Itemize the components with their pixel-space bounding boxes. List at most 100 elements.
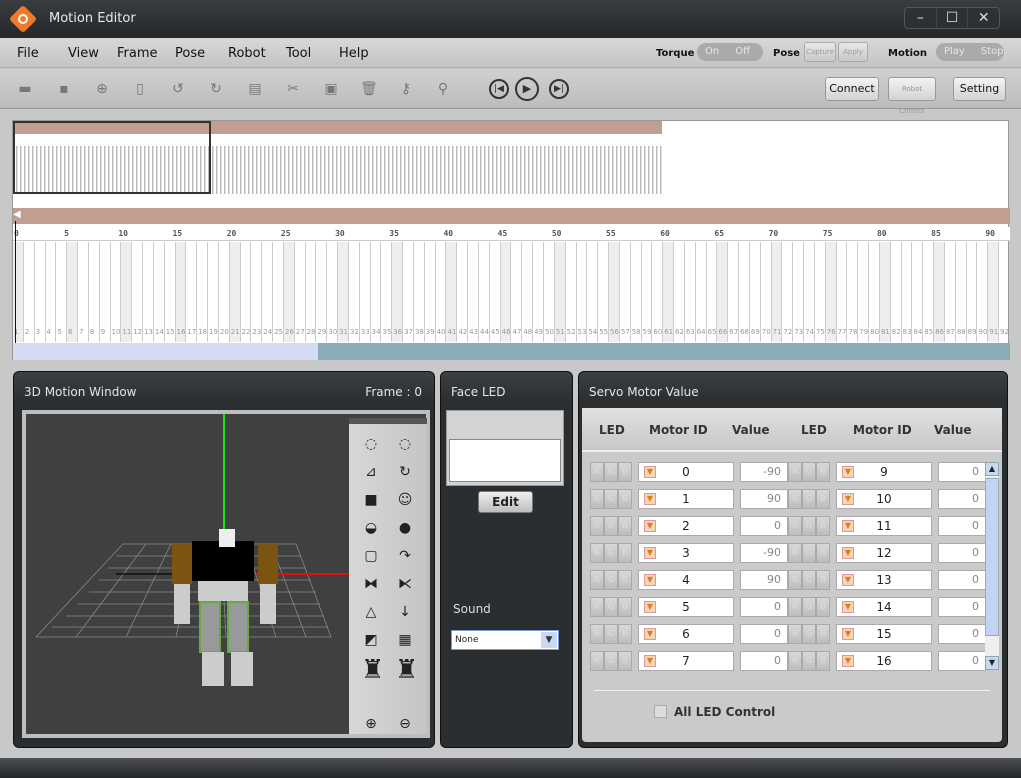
frame-cell[interactable]: 32 (349, 242, 360, 342)
frame-cell[interactable]: 4 (46, 242, 57, 342)
menu-robot[interactable]: Robot (228, 46, 266, 61)
motor-id-field[interactable]: ▼ 11 (836, 516, 932, 536)
chevron-down-icon[interactable]: ▼ (842, 601, 854, 613)
frame-cell[interactable]: 48 (522, 242, 534, 342)
add-icon[interactable]: ⊕ (94, 81, 110, 97)
led-g-button[interactable]: G (802, 597, 816, 617)
motor-value-field[interactable]: 0 (938, 489, 986, 509)
scroll-down-icon[interactable]: ▼ (985, 656, 999, 670)
frame-cell[interactable]: 5 (56, 242, 68, 342)
chevron-down-icon[interactable]: ▼ (842, 547, 854, 559)
motor-value-field[interactable]: 0 (938, 570, 986, 590)
frame-cell[interactable]: 76 (825, 242, 837, 342)
axis-icon[interactable]: △ (361, 602, 381, 622)
chevron-down-icon[interactable]: ▼ (842, 493, 854, 505)
frame-cell[interactable]: 52 (566, 242, 577, 342)
led-g-button[interactable]: G (802, 516, 816, 536)
led-r-button[interactable]: R (590, 543, 604, 563)
rotate-right-icon[interactable]: ◌ (395, 434, 415, 454)
motor-id-field[interactable]: ▼ 3 (638, 543, 734, 563)
motor-value-field[interactable]: 90 (740, 489, 788, 509)
motor-value-field[interactable]: 90 (740, 570, 788, 590)
new-file-icon[interactable]: ▯ (132, 81, 148, 97)
frame-cell[interactable]: 23 (251, 242, 263, 342)
playhead[interactable] (15, 221, 16, 343)
led-b-button[interactable]: B (816, 570, 830, 590)
led-r-button[interactable]: R (590, 624, 604, 644)
led-r-button[interactable]: R (590, 462, 604, 482)
led-b-button[interactable]: B (618, 516, 632, 536)
frame-cell[interactable]: 12 (132, 242, 144, 342)
frame-cell[interactable]: 81 (879, 242, 891, 342)
mirror-right-icon[interactable]: ⧔ (395, 574, 415, 594)
frame-cell[interactable]: 2 (24, 242, 35, 342)
scroll-up-icon[interactable]: ▲ (985, 462, 999, 476)
overview-viewport[interactable] (13, 121, 211, 194)
led-b-button[interactable]: B (816, 624, 830, 644)
frame-cell[interactable]: 11 (121, 242, 133, 342)
redo-icon[interactable]: ↻ (208, 81, 224, 97)
robot-front-icon[interactable]: ♜ (361, 657, 384, 698)
led-b-button[interactable]: B (618, 624, 632, 644)
frame-cell[interactable]: 36 (392, 242, 404, 342)
led-b-button[interactable]: B (618, 489, 632, 509)
frame-cell[interactable]: 40 (436, 242, 447, 342)
frame-cell[interactable]: 17 (186, 242, 198, 342)
frame-cell[interactable]: 44 (479, 242, 490, 342)
led-r-button[interactable]: R (590, 570, 604, 590)
led-b-button[interactable]: B (816, 543, 830, 563)
frame-cell[interactable]: 6 (67, 242, 78, 342)
frame-cell[interactable]: 66 (717, 242, 729, 342)
timeline-track-bar[interactable] (13, 208, 1010, 224)
frame-cell[interactable]: 24 (262, 242, 274, 342)
frame-cell[interactable]: 30 (327, 242, 339, 342)
motor-value-field[interactable]: 0 (938, 462, 986, 482)
led-b-button[interactable]: B (618, 462, 632, 482)
key-icon[interactable]: ⚷ (398, 81, 414, 97)
led-g-button[interactable]: G (604, 651, 618, 671)
side-view-icon[interactable]: ◒ (361, 518, 381, 538)
frame-cell[interactable]: 74 (804, 242, 815, 342)
motor-value-field[interactable]: 0 (740, 651, 788, 671)
motor-value-field[interactable]: 0 (938, 597, 986, 617)
edit-face-led-button[interactable]: Edit (478, 491, 533, 513)
frame-cell[interactable]: 7 (78, 242, 89, 342)
menu-pose[interactable]: Pose (175, 46, 205, 61)
frame-cell[interactable]: 92 (999, 242, 1010, 342)
menu-help[interactable]: Help (339, 46, 369, 61)
pose-apply-button[interactable]: Apply (838, 42, 868, 62)
mirror-pose-icon[interactable]: ↷ (395, 546, 415, 566)
led-r-button[interactable]: R (788, 543, 802, 563)
windows-icon[interactable]: ▤ (247, 81, 263, 97)
motor-id-field[interactable]: ▼ 10 (836, 489, 932, 509)
frame-cell[interactable]: 80 (869, 242, 880, 342)
motor-id-field[interactable]: ▼ 16 (836, 651, 932, 671)
frame-cell[interactable]: 38 (414, 242, 425, 342)
mirror-left-icon[interactable]: ⧓ (361, 574, 381, 594)
frame-cell[interactable]: 68 (739, 242, 750, 342)
chevron-down-icon[interactable]: ▼ (644, 520, 656, 532)
zoom-in-icon[interactable]: ⊕ (361, 714, 381, 734)
robot-side-icon[interactable]: ♜ (395, 657, 418, 698)
grid-icon[interactable]: ▦ (395, 630, 415, 650)
motor-id-field[interactable]: ▼ 1 (638, 489, 734, 509)
frame-cell[interactable]: 87 (945, 242, 956, 342)
frame-cell[interactable]: 89 (967, 242, 978, 342)
motor-id-field[interactable]: ▼ 15 (836, 624, 932, 644)
reset-rotation-icon[interactable]: ↻ (395, 462, 415, 482)
frame-cell[interactable]: 70 (761, 242, 772, 342)
chevron-down-icon[interactable]: ▼ (644, 628, 656, 640)
frame-cell[interactable]: 73 (793, 242, 805, 342)
led-g-button[interactable]: G (802, 489, 816, 509)
maximize-button[interactable]: ☐ (937, 8, 969, 28)
motor-id-field[interactable]: ▼ 9 (836, 462, 932, 482)
chevron-down-icon[interactable]: ▼ (644, 601, 656, 613)
servo-scrollbar[interactable]: ▲ ▼ (985, 462, 999, 670)
motor-id-field[interactable]: ▼ 4 (638, 570, 734, 590)
motor-id-field[interactable]: ▼ 5 (638, 597, 734, 617)
led-r-button[interactable]: R (788, 624, 802, 644)
frame-cell[interactable]: 71 (771, 242, 783, 342)
all-led-checkbox[interactable] (654, 705, 667, 718)
motor-value-field[interactable]: -90 (740, 543, 788, 563)
led-g-button[interactable]: G (604, 462, 618, 482)
